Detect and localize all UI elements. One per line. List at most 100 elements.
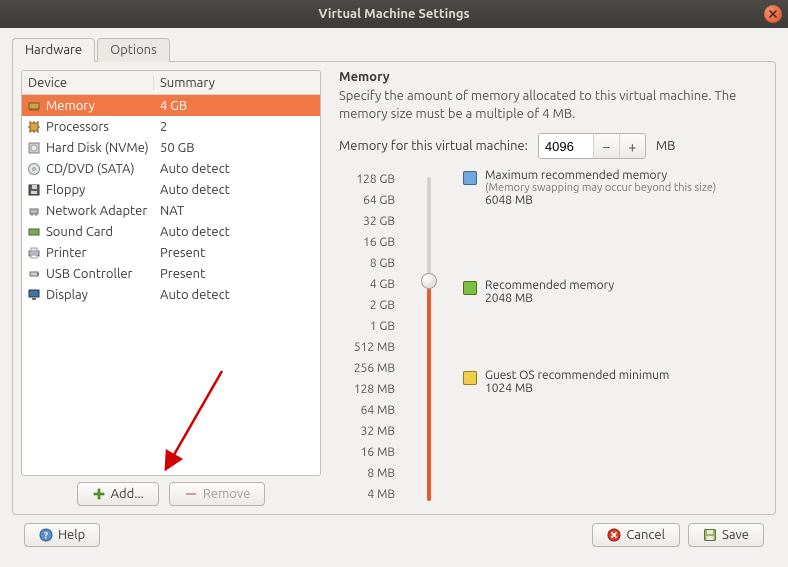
memory-input[interactable] [539,134,593,158]
device-summary: Auto detect [154,225,320,239]
slider-tick-label: 64 MB [339,400,395,421]
cancel-button[interactable]: Cancel [592,523,680,547]
window-title: Virtual Machine Settings [318,7,469,21]
display-icon [26,287,42,303]
col-device[interactable]: Device [22,76,154,90]
device-summary: 4 GB [154,99,320,113]
device-name: Printer [46,246,86,260]
slider-tick-label: 256 MB [339,358,395,379]
device-name: CD/DVD (SATA) [46,162,135,176]
memory-icon [26,98,42,114]
sound-icon [26,224,42,240]
slider-tick-label: 32 MB [339,421,395,442]
slider-fill [427,280,431,501]
save-label: Save [722,528,749,542]
device-summary: NAT [154,204,320,218]
minus-icon [184,487,198,501]
slider-tick-label: 32 GB [339,211,395,232]
slider-tick-label: 8 MB [339,463,395,484]
tab-hardware[interactable]: Hardware [12,38,95,62]
square-icon [463,281,477,295]
help-button[interactable]: ? Help [24,523,100,547]
slider-tick-label: 16 GB [339,232,395,253]
device-name: Processors [46,120,109,134]
slider-ticks: 128 GB64 GB32 GB16 GB8 GB4 GB2 GB1 GB512… [339,169,395,505]
memory-slider[interactable] [413,177,445,505]
slider-thumb[interactable] [421,273,437,289]
remove-label: Remove [203,487,251,501]
legend-min: Guest OS recommended minimum 1024 MB [463,369,669,395]
slider-tick-label: 512 MB [339,337,395,358]
device-summary: Present [154,267,320,281]
device-name: USB Controller [46,267,132,281]
slider-tick-label: 128 GB [339,169,395,190]
table-row[interactable]: Hard Disk (NVMe)50 GB [22,137,320,158]
slider-tick-label: 128 MB [339,379,395,400]
device-summary: 50 GB [154,141,320,155]
legend-rec-title: Recommended memory [485,279,614,292]
slider-tick-label: 1 GB [339,316,395,337]
slider-tick-label: 64 GB [339,190,395,211]
cd-icon [26,161,42,177]
device-name: Network Adapter [46,204,147,218]
save-button[interactable]: Save [688,523,764,547]
slider-tick-label: 8 GB [339,253,395,274]
legend-min-title: Guest OS recommended minimum [485,369,669,382]
printer-icon [26,245,42,261]
device-summary: Auto detect [154,288,320,302]
memory-unit: MB [656,139,676,153]
cpu-icon [26,119,42,135]
device-summary: Auto detect [154,183,320,197]
plus-icon [92,487,106,501]
memory-spinner: − + [538,133,646,159]
memory-title: Memory [339,70,761,84]
device-table: Device Summary Memory 4 GB Processors 2 Hard… [21,70,321,476]
legend-max-sub: (Memory swapping may occur beyond this s… [485,182,716,194]
annotation-arrow [152,363,232,476]
floppy-icon [26,182,42,198]
remove-button[interactable]: Remove [169,482,266,506]
memory-label: Memory for this virtual machine: [339,139,528,153]
device-name: Display [46,288,88,302]
close-button[interactable] [764,5,782,23]
legend-rec: Recommended memory 2048 MB [463,279,614,305]
usb-icon [26,266,42,282]
table-row[interactable]: Sound Card Auto detect [22,221,320,242]
slider-tick-label: 4 MB [339,484,395,505]
device-name: Memory [46,99,95,113]
network-icon [26,203,42,219]
help-label: Help [58,528,85,542]
col-summary[interactable]: Summary [154,76,320,90]
help-icon: ? [39,528,53,542]
title-bar: Virtual Machine Settings [0,0,788,28]
device-summary: 2 [154,120,320,134]
legend-min-value: 1024 MB [485,382,669,395]
tab-options[interactable]: Options [97,38,170,62]
svg-text:?: ? [44,531,48,541]
disk-icon [26,140,42,156]
table-row[interactable]: CD/DVD (SATA)Auto detect [22,158,320,179]
spinner-decrement[interactable]: − [593,134,619,158]
cancel-icon [607,528,621,542]
square-icon [463,171,477,185]
table-row[interactable]: Display Auto detect [22,284,320,305]
legend-max-title: Maximum recommended memory [485,169,716,182]
tab-bar: Hardware Options [12,38,776,62]
device-name: Floppy [46,183,85,197]
table-row[interactable]: Printer Present [22,242,320,263]
device-summary: Present [154,246,320,260]
spinner-increment[interactable]: + [619,134,645,158]
table-row[interactable]: Network Adapter NAT [22,200,320,221]
memory-description: Specify the amount of memory allocated t… [339,88,761,123]
table-row[interactable]: USB Controller Present [22,263,320,284]
table-row[interactable]: Floppy Auto detect [22,179,320,200]
table-row[interactable]: Memory 4 GB [22,95,320,116]
legend-max: Maximum recommended memory (Memory swapp… [463,169,716,207]
table-row[interactable]: Processors 2 [22,116,320,137]
cancel-label: Cancel [626,528,665,542]
device-name: Sound Card [46,225,113,239]
square-icon [463,371,477,385]
slider-tick-label: 4 GB [339,274,395,295]
legend-rec-value: 2048 MB [485,292,614,305]
add-button[interactable]: Add... [77,482,159,506]
